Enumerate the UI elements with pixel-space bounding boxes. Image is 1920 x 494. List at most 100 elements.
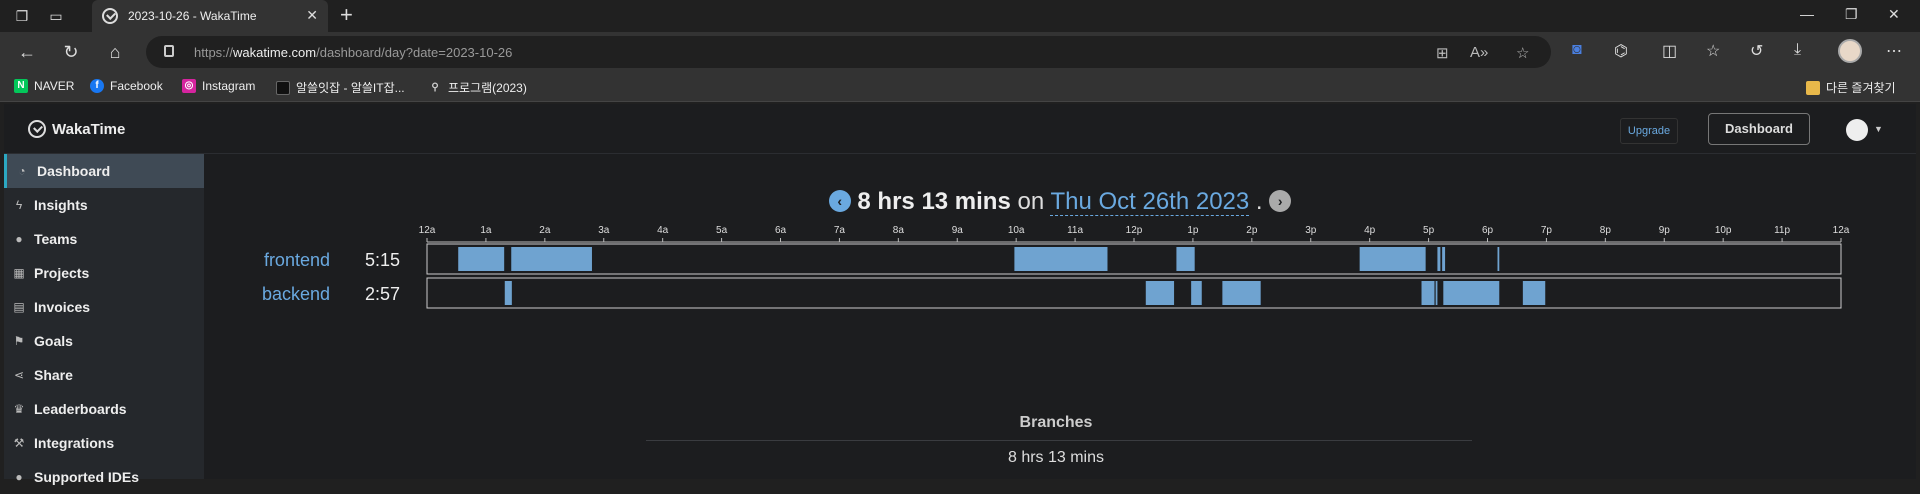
window-close-icon[interactable]: ✕	[1888, 6, 1900, 23]
extension-glasses-icon[interactable]: ⌬	[1614, 41, 1628, 61]
bookmark-naver[interactable]: N NAVER	[14, 79, 74, 93]
flag-icon: ⚑	[13, 334, 25, 348]
timeline-bar-frontend	[1437, 247, 1441, 271]
sidebar-item-label: Share	[34, 367, 73, 383]
sidebar-item-goals[interactable]: ⚑ Goals	[4, 324, 204, 358]
favorite-star-icon[interactable]: ☆	[1516, 44, 1529, 62]
bookmark-program[interactable]: ⚲ 프로그램(2023)	[428, 79, 527, 96]
timeline-bar-frontend	[1359, 247, 1426, 271]
app-available-icon[interactable]: ⊞	[1436, 44, 1449, 62]
timeline-bar-frontend	[1176, 247, 1195, 271]
sidebar-item-integrations[interactable]: ⚒ Integrations	[4, 426, 204, 460]
timeline-bar-frontend	[1014, 247, 1108, 271]
bookmark-site[interactable]: 알쓸잇잡 - 알쓸IT잡...	[276, 79, 405, 96]
minimize-icon[interactable]: —	[1800, 6, 1814, 22]
sidebar-item-label: Teams	[34, 231, 78, 247]
restore-icon[interactable]: ❐	[1845, 6, 1858, 23]
sidebar-item-label: Integrations	[34, 435, 115, 451]
url-text[interactable]: https://wakatime.com/dashboard/day?date=…	[194, 45, 512, 60]
browser-tab-bar: ❐ ▭ 2023-10-26 - WakaTime ✕ + — ❐ ✕	[0, 0, 1920, 32]
refresh-icon[interactable]: ↻	[60, 41, 82, 63]
activity-timeline: 12a 1a 2a 3a 4a 5a 6a 7a 8a 9a 10a 11a 12p 1p 2p 3p 4p 5p…	[419, 225, 1850, 309]
favorites-icon[interactable]: ☆	[1706, 41, 1720, 61]
grid-icon: ▦	[13, 266, 25, 280]
trophy-icon: ♛	[13, 402, 25, 416]
branches-total: 8 hrs 13 mins	[1007, 449, 1105, 466]
back-icon[interactable]: ←	[16, 41, 38, 63]
address-toolbar: ← ↻ ⌂ https://wakatime.com/dashboard/day…	[0, 32, 1920, 72]
profile-avatar[interactable]	[1838, 39, 1862, 63]
lock-icon[interactable]	[164, 45, 174, 57]
sidebar-item-dashboard[interactable]: ◔ Dashboard	[4, 154, 204, 188]
history-icon[interactable]: ↺	[1750, 41, 1763, 61]
dashboard-button[interactable]: Dashboard	[1708, 113, 1810, 145]
bookmark-facebook[interactable]: f Facebook	[90, 79, 163, 93]
bookmark-instagram[interactable]: ◎ Instagram	[182, 79, 255, 93]
close-tab-icon[interactable]: ✕	[306, 7, 318, 24]
file-icon: ▤	[13, 300, 25, 314]
timeline-tick-label: 4a	[657, 225, 669, 236]
instagram-icon: ◎	[182, 79, 196, 93]
tab-actions-icon[interactable]: ▭	[48, 8, 64, 24]
timeline-tick-label: 10a	[1008, 225, 1025, 236]
sidebar-item-share[interactable]: ⋖ Share	[4, 358, 204, 392]
sidebar-item-label: Projects	[34, 265, 90, 281]
timeline-bar-backend	[1222, 281, 1261, 305]
timeline-bar-frontend	[1442, 247, 1446, 271]
app-header: WakaTime Upgrade Dashboard ▼	[4, 104, 1916, 154]
sidebar-item-projects[interactable]: ▦ Projects	[4, 256, 204, 290]
timeline-row-backend	[426, 277, 1842, 309]
timeline-bar-frontend	[511, 247, 592, 271]
upgrade-button[interactable]: Upgrade	[1620, 118, 1678, 144]
bookmark-label: 알쓸잇잡 - 알쓸IT잡...	[296, 81, 405, 95]
timeline-tick-label: 9p	[1659, 225, 1671, 236]
more-menu-icon[interactable]: ⋯	[1886, 41, 1902, 61]
sidebar-item-teams[interactable]: ● Teams	[4, 222, 204, 256]
other-bookmarks[interactable]: 다른 즐겨찾기	[1806, 79, 1896, 96]
main-content: ‹ 8 hrs 13 mins on Thu Oct 26th 2023 . ›…	[204, 154, 1916, 479]
timeline-bar-backend	[1443, 281, 1500, 305]
wrench-icon: ⚒	[13, 436, 25, 450]
sidebar-item-insights[interactable]: ϟ Insights	[4, 188, 204, 222]
user-avatar[interactable]	[1846, 119, 1868, 141]
bookmark-label: 프로그램(2023)	[448, 81, 527, 95]
read-aloud-icon[interactable]: A»	[1470, 44, 1488, 61]
timeline-bar-backend	[504, 281, 512, 305]
bookmark-label: Instagram	[202, 79, 256, 93]
app-logo[interactable]: WakaTime	[52, 121, 125, 138]
divider	[646, 440, 1472, 441]
sidebar-item-supported-ides[interactable]: ● Supported IDEs	[4, 460, 204, 494]
users-icon: ●	[15, 232, 23, 246]
sidebar-item-label: Insights	[34, 197, 88, 213]
sidebar-item-leaderboards[interactable]: ♛ Leaderboards	[4, 392, 204, 426]
timeline-bar-frontend	[458, 247, 505, 271]
site-icon	[276, 80, 290, 95]
address-bar[interactable]: https://wakatime.com/dashboard/day?date=…	[146, 36, 1551, 68]
workspaces-icon[interactable]: ❐	[14, 8, 30, 24]
timeline-bar-backend	[1421, 281, 1435, 305]
timeline-tick-label: 6p	[1482, 225, 1494, 236]
chevron-down-icon[interactable]: ▼	[1874, 124, 1883, 134]
timeline-tick-label: 9a	[952, 225, 964, 236]
timeline-tick-label: 3p	[1305, 225, 1317, 236]
timeline-bar-backend	[1435, 281, 1438, 305]
wakatime-logo-icon[interactable]	[28, 120, 46, 138]
downloads-icon[interactable]: ⤓	[1794, 41, 1801, 59]
tab-title: 2023-10-26 - WakaTime	[128, 9, 257, 23]
sidebar: ◔ Dashboard ϟ Insights ● Teams ▦ Projects ▤ I…	[4, 154, 204, 485]
new-tab-icon[interactable]: +	[340, 4, 353, 26]
wakatime-page: WakaTime Upgrade Dashboard ▼ ◔ Dashboard …	[4, 104, 1916, 485]
plug-icon: ●	[15, 470, 23, 484]
timeline-tick-label: 6a	[775, 225, 787, 236]
timeline-tick-label: 10p	[1715, 225, 1732, 236]
home-icon[interactable]: ⌂	[104, 41, 126, 63]
split-screen-icon[interactable]: ◫	[1662, 41, 1677, 61]
sidebar-item-label: Leaderboards	[34, 401, 127, 417]
timeline-bar-backend	[1145, 281, 1175, 305]
timeline-tick-label: 1p	[1187, 225, 1199, 236]
sidebar-item-invoices[interactable]: ▤ Invoices	[4, 290, 204, 324]
timeline-bar-backend	[1522, 281, 1546, 305]
extension-icon[interactable]: ◙	[1572, 41, 1582, 59]
browser-tab[interactable]: 2023-10-26 - WakaTime ✕	[92, 0, 328, 32]
sidebar-item-label: Goals	[34, 333, 73, 349]
